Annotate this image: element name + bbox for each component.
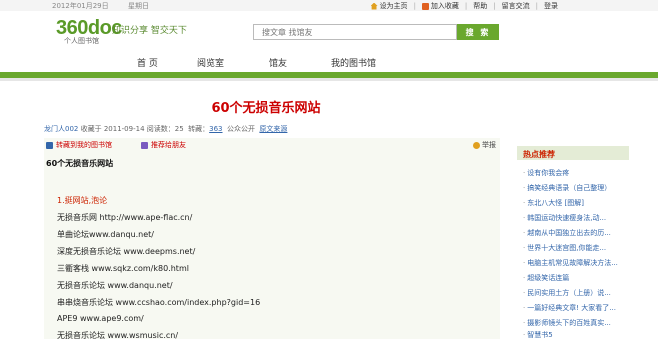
nav-shadow [0, 78, 658, 81]
search-box[interactable] [253, 24, 457, 40]
help-link[interactable]: 帮助 [473, 1, 487, 11]
nav-item-my-library[interactable]: 我的图书馆 [331, 56, 376, 69]
article-line: 无损音乐论坛 www.danqu.net/ [57, 281, 173, 290]
site-logo-subtitle: 个人图书馆 [64, 37, 99, 45]
sidebar-link[interactable]: 东北八大怪 [图解] [523, 198, 629, 208]
saved-label: 收藏于 [80, 125, 102, 133]
home-icon [370, 2, 378, 10]
visibility-label: 公众公开 [226, 125, 255, 133]
separator: | [413, 2, 416, 10]
article-actions: 转藏到我的图书馆 推荐给朋友 举报 [46, 140, 498, 152]
sidebar-link[interactable]: 世界十大迷宫图,你能走... [523, 243, 629, 253]
article-line: 串串烧音乐论坛 www.ccshao.com/index.php?gid=16 [57, 298, 261, 307]
login-link[interactable]: 登录 [544, 1, 558, 11]
report-button[interactable]: 举报 [473, 140, 496, 150]
save-to-library-button[interactable]: 转藏到我的图书馆 [46, 140, 112, 150]
search-button[interactable]: 搜 索 [457, 24, 499, 40]
search-input[interactable] [254, 25, 456, 39]
sidebar-link[interactable]: 摄影师镜头下的百姓真实... [523, 318, 629, 328]
recommend-button[interactable]: 推荐给朋友 [141, 140, 186, 150]
save-icon [46, 141, 53, 149]
repost-count[interactable]: 363 [209, 125, 222, 133]
separator: | [464, 2, 468, 10]
sidebar-link[interactable]: 越南从中国独立出去的历... [523, 228, 629, 238]
add-favorite-link[interactable]: 加入收藏 [421, 1, 459, 11]
article-date: 2011-09-14 [103, 125, 145, 133]
set-homepage-link[interactable]: 设为主页 [370, 1, 408, 11]
recommend-label: 推荐给朋友 [151, 141, 186, 149]
feedback-link[interactable]: 留言交流 [502, 1, 530, 11]
sidebar-link[interactable]: 民间实用土方（上册）说... [523, 288, 629, 298]
sidebar-link[interactable]: 智慧书5 [523, 330, 629, 339]
article-line: 三衢客栈 www.sqkz.com/k80.html [57, 264, 189, 273]
article-body-title: 60个无损音乐网站 [46, 159, 114, 168]
current-weekday: 星期日 [128, 2, 149, 10]
add-favorite-label: 加入收藏 [430, 2, 459, 10]
source-link[interactable]: 原文来源 [259, 125, 287, 133]
hot-recommendations: 热点推荐 设有你我会疼 搞笑经典语录（自己整理） 东北八大怪 [图解] 韩国运动… [517, 146, 629, 339]
current-date: 2012年01月29日 [52, 2, 109, 10]
separator: | [493, 2, 496, 10]
article-line: 深度无损音乐论坛 www.deepms.net/ [57, 247, 196, 256]
reads-label: 阅读数： [146, 125, 175, 133]
set-homepage-label: 设为主页 [379, 2, 408, 10]
article-line: APE9 www.ape9.com/ [57, 314, 144, 323]
nav-item-reading-room[interactable]: 阅览室 [197, 56, 224, 69]
read-count: 25 [174, 125, 184, 133]
nav-item-home[interactable]: 首 页 [137, 56, 158, 69]
article-line: 无损音乐网 http://www.ape-flac.cn/ [57, 213, 193, 222]
sidebar-link[interactable]: 设有你我会疼 [523, 168, 629, 178]
site-slogan: 知识分享 智交天下 [112, 26, 187, 36]
main-nav: 首 页 阅览室 馆友 我的图书馆 [0, 50, 658, 72]
reposts-label: 转藏： [188, 125, 210, 133]
sidebar-title: 热点推荐 [517, 146, 629, 160]
article-line: 无损音乐论坛 www.wsmusic.cn/ [57, 331, 179, 339]
sidebar-link[interactable]: 电脑主机常见故障解决方法... [523, 258, 629, 268]
nav-item-friends[interactable]: 馆友 [269, 56, 287, 69]
report-icon [473, 141, 480, 149]
sidebar-link[interactable]: 一篇好经典文章! 大家看了... [523, 303, 629, 313]
sidebar-link[interactable]: 搞笑经典语录（自己整理） [523, 183, 629, 193]
article-line: 1.挺网站,泡论 [57, 196, 108, 205]
favorite-icon [421, 2, 429, 10]
save-to-library-label: 转藏到我的图书馆 [56, 141, 112, 149]
sidebar-link[interactable]: 韩国运动快速瘦身法,动... [523, 213, 629, 223]
article-author[interactable]: 龙门人002 [44, 125, 78, 133]
separator: | [535, 2, 538, 10]
site-header: 360doc 个人图书馆 知识分享 智交天下 搜 索 [0, 11, 658, 49]
article-meta: 龙门人002 收藏于 2011-09-14 阅读数：25 转藏：363 公众公开… [44, 124, 287, 134]
top-bar: 2012年01月29日 星期日 设为主页 | 加入收藏 | 帮助 | 留言交流 … [0, 0, 658, 11]
report-label: 举报 [482, 141, 496, 149]
sidebar-link[interactable]: 超级笑话连篇 [523, 273, 629, 283]
article-title: 60个无损音乐网站 [211, 101, 321, 116]
top-links: 设为主页 | 加入收藏 | 帮助 | 留言交流 | 登录 [370, 1, 558, 11]
recommend-icon [141, 141, 148, 149]
article-line: 单曲论坛www.danqu.net/ [57, 230, 155, 239]
